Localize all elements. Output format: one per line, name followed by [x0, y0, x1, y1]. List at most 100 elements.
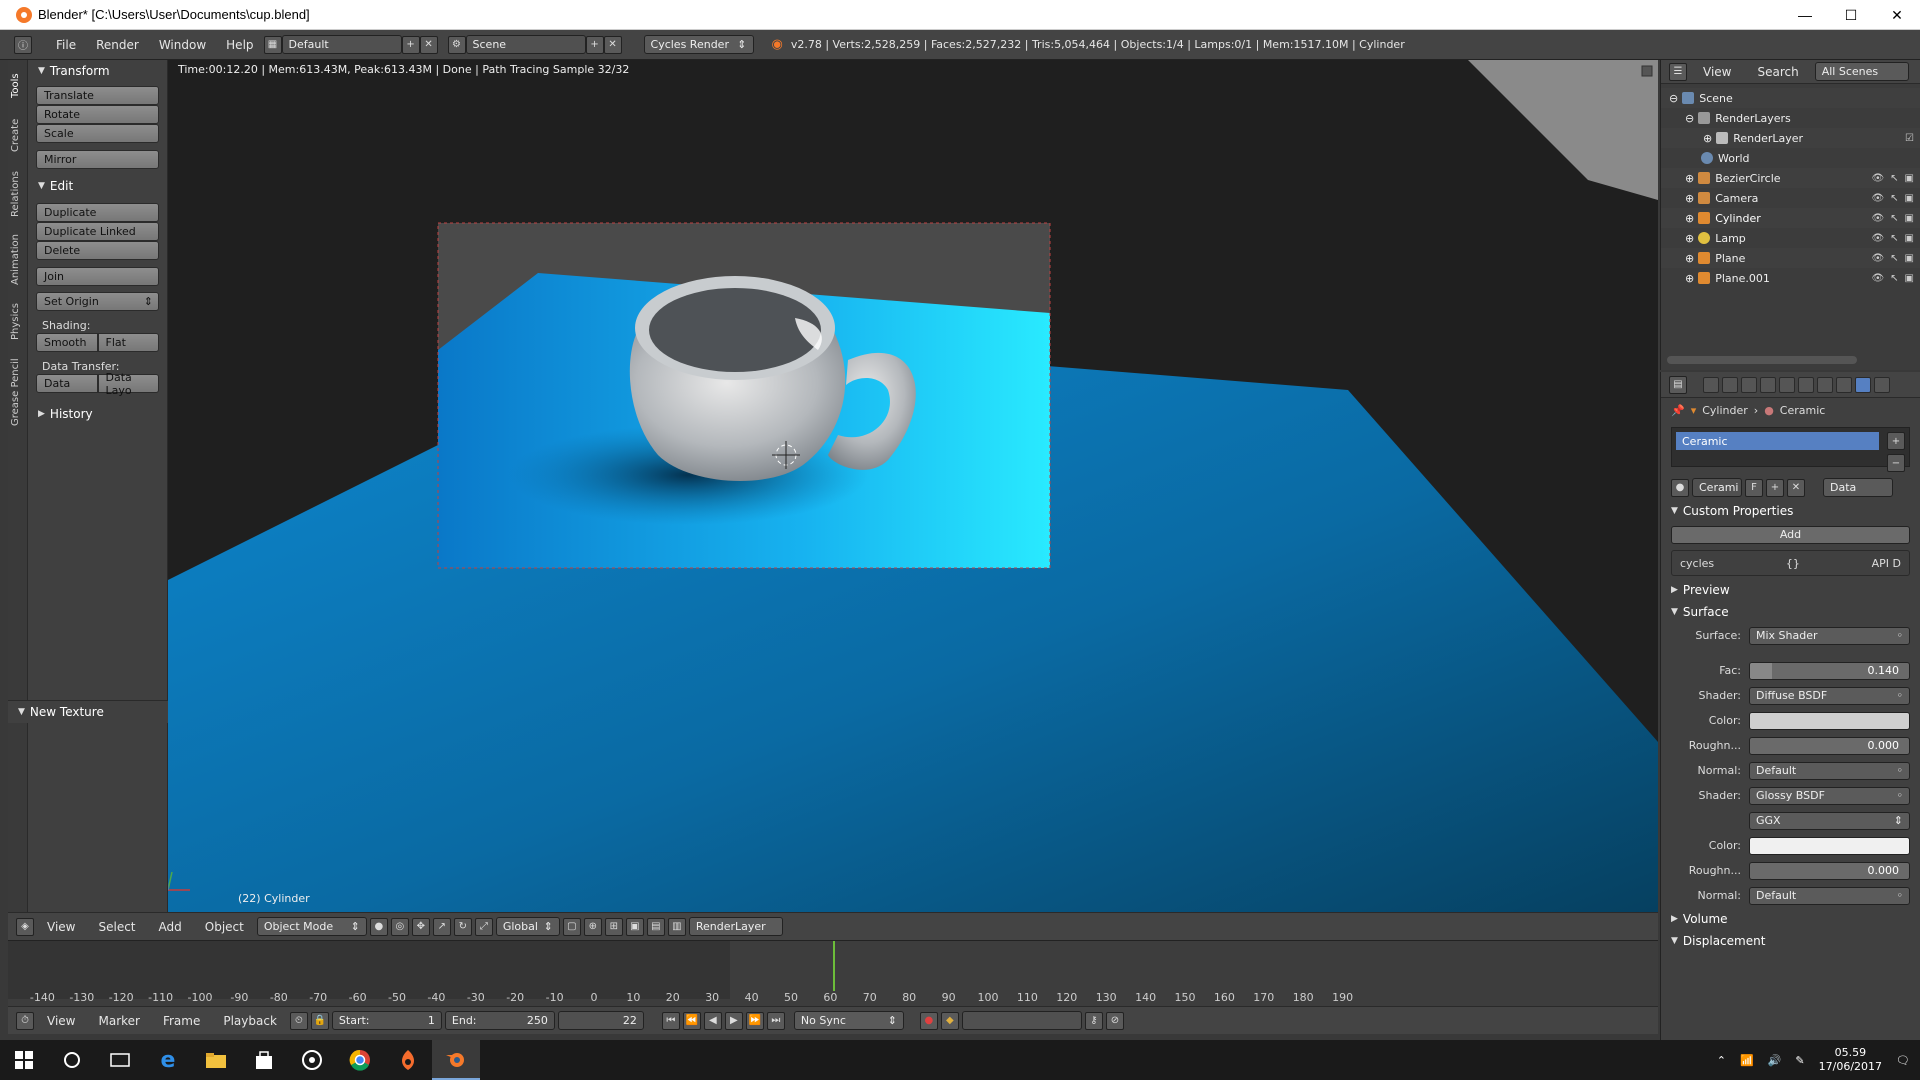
play-icon[interactable]: ▶ — [725, 1012, 743, 1030]
translate-manipulator-icon[interactable]: ↗ — [433, 918, 451, 936]
set-origin-dropdown[interactable]: Set Origin⇕ — [36, 292, 159, 311]
tab-create[interactable]: Create — [10, 110, 26, 160]
eye-icon[interactable]: 👁 — [1871, 213, 1884, 224]
outliner-item-beziercircle[interactable]: ⊕BezierCircle👁↖▣ — [1661, 168, 1920, 188]
play-reverse-icon[interactable]: ◀ — [704, 1012, 722, 1030]
tab-animation[interactable]: Animation — [10, 228, 26, 292]
render-engine-dropdown[interactable]: Cycles Render⇕ — [644, 35, 754, 54]
maximize-button[interactable]: ☐ — [1828, 0, 1874, 30]
edge-button[interactable]: e — [144, 1040, 192, 1080]
restrict-toggles[interactable]: 👁 ↖ ▣ — [1871, 213, 1914, 224]
cursor-icon[interactable]: ↖ — [1890, 213, 1898, 224]
minimize-button[interactable]: — — [1782, 0, 1828, 30]
panel-transform-header[interactable]: ▼Transform — [28, 60, 167, 82]
custom-properties-header[interactable]: ▼Custom Properties — [1661, 500, 1920, 522]
record-icon[interactable]: ● — [920, 1012, 938, 1030]
sync-mode-dropdown[interactable]: No Sync⇕ — [794, 1011, 904, 1030]
panel-history-header[interactable]: ▶History — [28, 403, 167, 425]
timeline-playhead[interactable] — [833, 941, 835, 991]
menu-timeline-view[interactable]: View — [37, 1014, 85, 1028]
show-hidden-icons-icon[interactable]: ⌃ — [1717, 1054, 1726, 1067]
manipulator-toggle-icon[interactable]: ✥ — [412, 918, 430, 936]
groove-button[interactable] — [288, 1040, 336, 1080]
menu-view[interactable]: View — [37, 920, 85, 934]
data-tab-icon[interactable] — [1836, 377, 1852, 393]
fake-user-button[interactable]: F — [1745, 479, 1763, 497]
menu-file[interactable]: File — [46, 38, 86, 52]
editor-type-info-icon[interactable]: ⓘ — [14, 36, 32, 54]
menu-frame[interactable]: Frame — [153, 1014, 210, 1028]
restrict-toggles[interactable]: 👁↖▣ — [1871, 233, 1914, 244]
delete-button[interactable]: Delete — [36, 241, 159, 260]
render-layer-icon[interactable]: ▥ — [668, 918, 686, 936]
chrome-button[interactable] — [336, 1040, 384, 1080]
display-mode-dropdown[interactable]: All Scenes — [1815, 62, 1909, 81]
eye-icon[interactable]: 👁 — [1871, 193, 1884, 204]
material-name-field[interactable]: Cerami — [1692, 478, 1742, 497]
outliner-item-world[interactable]: World — [1661, 148, 1920, 168]
editor-type-3d-icon[interactable]: ◈ — [16, 918, 34, 936]
outliner-item-camera[interactable]: ⊕Camera👁↖▣ — [1661, 188, 1920, 208]
clock[interactable]: 05.59 17/06/2017 — [1819, 1046, 1882, 1074]
viewport-corner-widget[interactable] — [1642, 66, 1652, 76]
timeline-editor[interactable]: -140-130-120-110-100-90-80-70-60-50-40-3… — [8, 940, 1658, 1014]
pivot-point-icon[interactable]: ◎ — [391, 918, 409, 936]
remove-layout-icon[interactable]: ✕ — [420, 36, 438, 54]
add-layout-icon[interactable]: + — [402, 36, 420, 54]
render-tab-icon[interactable] — [1703, 377, 1719, 393]
network-icon[interactable]: 📶 — [1740, 1054, 1754, 1067]
texture-tab-icon[interactable] — [1874, 377, 1890, 393]
outliner-item-renderlayers[interactable]: ⊖RenderLayers — [1661, 108, 1920, 128]
editor-type-timeline-icon[interactable]: ⏱ — [16, 1012, 34, 1030]
editor-type-properties-icon[interactable]: ▤ — [1669, 376, 1687, 394]
world-tab-icon[interactable] — [1760, 377, 1776, 393]
unlink-material-icon[interactable]: ✕ — [1787, 479, 1805, 497]
eye-icon[interactable]: 👁 — [1871, 173, 1884, 184]
volume-icon[interactable]: 🔊 — [1768, 1054, 1782, 1067]
join-button[interactable]: Join — [36, 267, 159, 286]
camera-icon[interactable]: ▣ — [1905, 213, 1914, 224]
fac-slider[interactable]: 0.140 — [1749, 662, 1910, 680]
editor-type-outliner-icon[interactable]: ☰ — [1669, 63, 1687, 81]
opengl-render-icon[interactable]: ▣ — [626, 918, 644, 936]
tab-grease-pencil[interactable]: Grease Pencil — [10, 352, 26, 432]
snap-element-icon[interactable]: ⊞ — [605, 918, 623, 936]
restrict-toggles[interactable]: 👁↖▣ — [1871, 253, 1914, 264]
insert-keyframe-icon[interactable]: ⚷ — [1085, 1012, 1103, 1030]
tab-relations[interactable]: Relations — [10, 164, 26, 224]
camera-icon[interactable]: ▣ — [1905, 253, 1914, 264]
color1-swatch[interactable] — [1749, 712, 1910, 730]
shader1-dropdown[interactable]: Diffuse BSDF◦ — [1749, 687, 1910, 705]
object-tab-icon[interactable] — [1779, 377, 1795, 393]
jump-keyframe-forward-icon[interactable]: ⏩ — [746, 1012, 764, 1030]
viewport-shading-icon[interactable]: ● — [370, 918, 388, 936]
material-slot-item[interactable]: Ceramic — [1676, 432, 1879, 450]
file-explorer-button[interactable] — [192, 1040, 240, 1080]
jump-start-icon[interactable]: ⏮ — [662, 1012, 680, 1030]
scene-field[interactable]: Scene — [466, 35, 586, 54]
new-material-icon[interactable]: + — [1766, 479, 1784, 497]
current-frame-field[interactable]: 22 — [558, 1011, 644, 1030]
cursor-icon[interactable]: ↖ — [1890, 273, 1898, 284]
task-view-button[interactable] — [96, 1040, 144, 1080]
data-layout-button[interactable]: Data Layo — [98, 374, 160, 393]
mirror-button[interactable]: Mirror — [36, 150, 159, 169]
menu-outliner-view[interactable]: View — [1693, 65, 1741, 79]
outliner[interactable]: ☰ View Search All Scenes ⊖Scene ⊖RenderL… — [1660, 60, 1920, 370]
transform-orientation-dropdown[interactable]: Global⇕ — [496, 917, 560, 936]
render-animation-icon[interactable]: ▤ — [647, 918, 665, 936]
menu-playback[interactable]: Playback — [213, 1014, 287, 1028]
volume-header[interactable]: ▶Volume — [1661, 908, 1920, 930]
menu-window[interactable]: Window — [149, 38, 216, 52]
origin-button[interactable] — [384, 1040, 432, 1080]
panel-edit-header[interactable]: ▼Edit — [28, 175, 167, 197]
outliner-item-scene[interactable]: ⊖Scene — [1661, 88, 1920, 108]
keying-set-icon[interactable]: ◆ — [941, 1012, 959, 1030]
outliner-item-renderlayer[interactable]: ⊕RenderLayer☑ — [1661, 128, 1920, 148]
restrict-toggles[interactable]: 👁↖▣ — [1871, 273, 1914, 284]
menu-select[interactable]: Select — [88, 920, 145, 934]
snap-toggle-icon[interactable]: ⊕ — [584, 918, 602, 936]
lock-range-icon[interactable]: 🔒 — [311, 1012, 329, 1030]
close-button[interactable]: ✕ — [1874, 0, 1920, 30]
object-mode-dropdown[interactable]: Object Mode⇕ — [257, 917, 367, 936]
